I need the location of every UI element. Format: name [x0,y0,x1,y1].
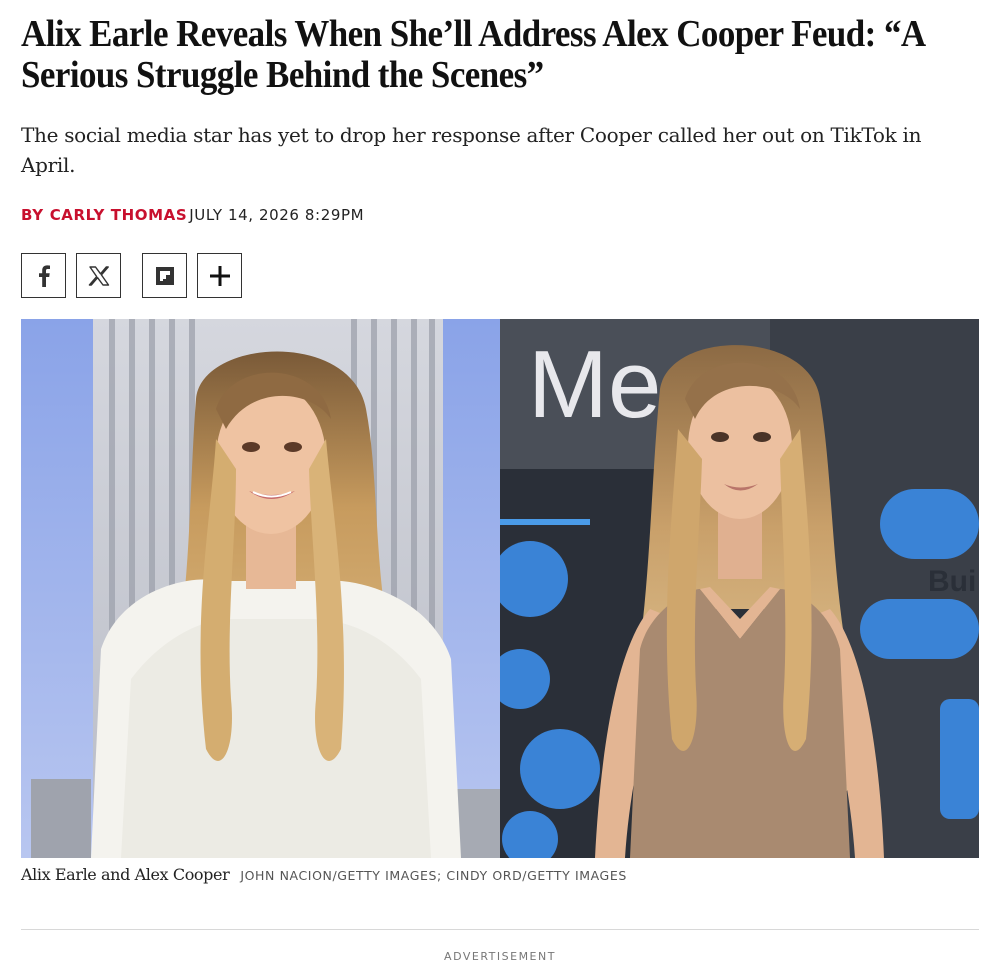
byline: BY CARLY THOMAS JULY 14, 2026 8:29PM [21,204,364,226]
plus-icon [209,265,230,286]
share-x-button[interactable] [76,253,121,298]
share-flipboard-button[interactable] [142,253,187,298]
publish-date: JULY 14, 2026 8:29PM [189,206,365,224]
advertisement-label: ADVERTISEMENT [444,950,556,960]
backdrop-sign-text-2: Bui [928,565,976,598]
image-caption: Alix Earle and Alex Cooper JOHN NACION/G… [21,865,627,884]
divider [21,929,979,930]
share-more-button[interactable] [197,253,242,298]
article-dek: The social media star has yet to drop he… [21,123,922,177]
facebook-icon [38,264,50,287]
backdrop-sign-text: Me [528,331,661,438]
photo-alex-cooper: Me Bui [500,319,979,858]
photo-credit: JOHN NACION/GETTY IMAGES; CINDY ORD/GETT… [240,868,627,883]
flipboard-icon [155,266,174,285]
caption-text: Alix Earle and Alex Cooper [21,865,230,884]
share-bar [21,253,252,298]
author-link[interactable]: CARLY THOMAS [50,204,188,226]
x-icon [88,265,109,286]
share-facebook-button[interactable] [21,253,66,298]
photo-alix-earle [21,319,500,858]
hero-image: Me Bui [21,319,979,858]
byline-prefix: BY [21,206,44,224]
article-headline: Alix Earle Reveals When She’ll Address A… [21,13,924,96]
